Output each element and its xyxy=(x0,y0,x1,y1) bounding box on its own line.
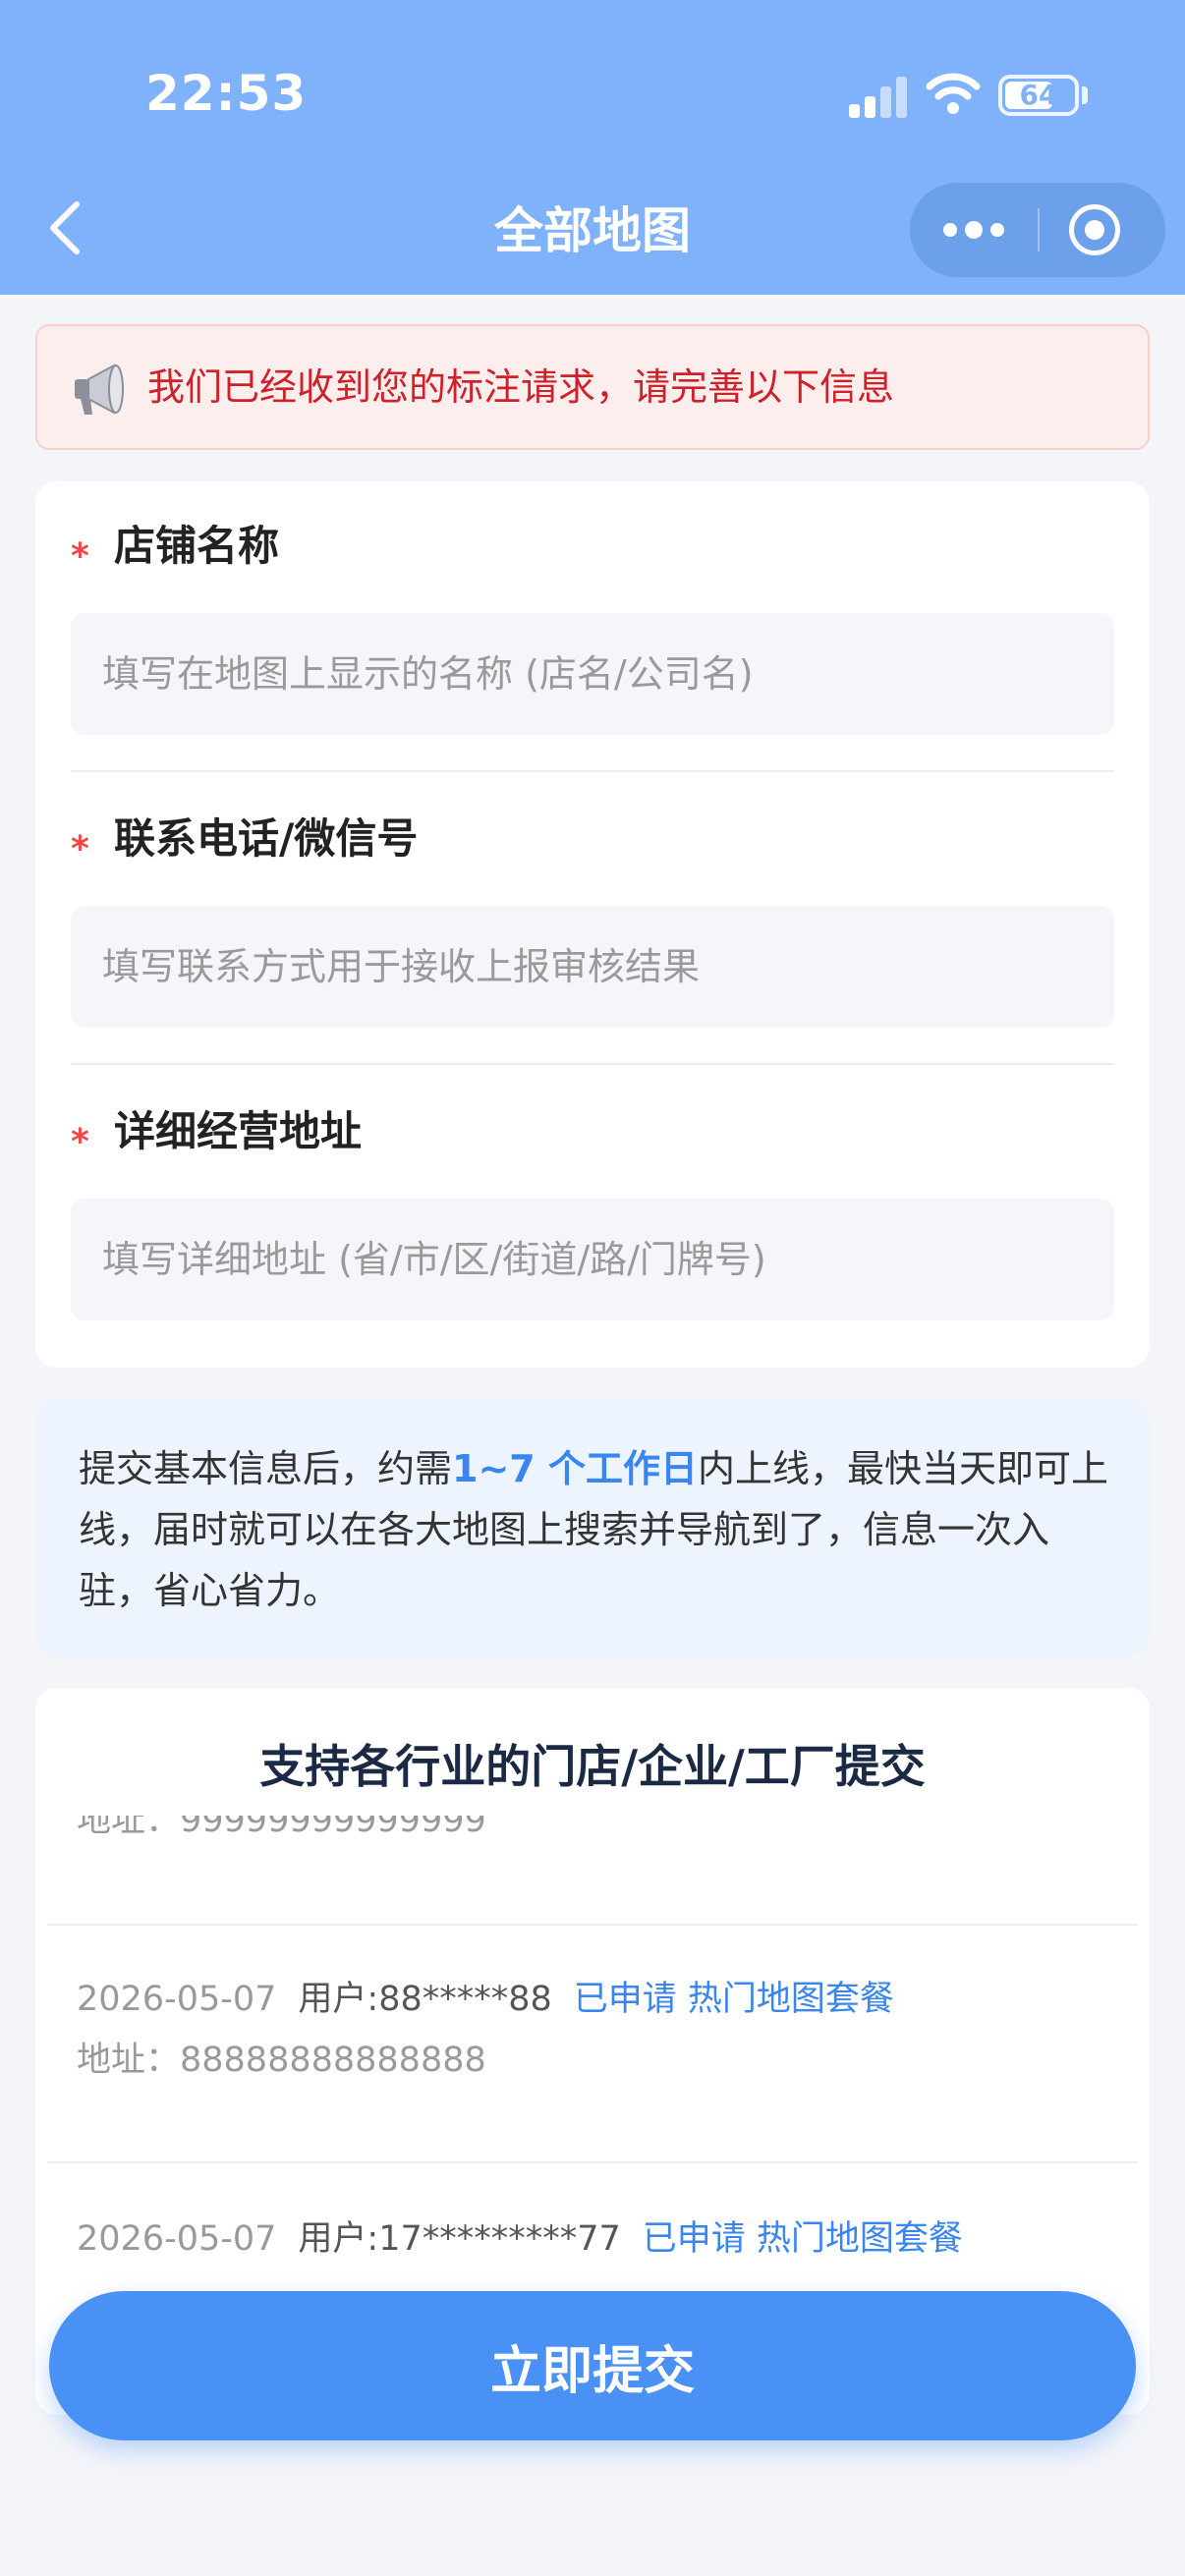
record-meta: 2026-05-07 用户:88*****88 已申请 热门地图套餐 xyxy=(77,1975,894,2024)
contact-input[interactable] xyxy=(71,906,1114,1028)
notice-text: 我们已经收到您的标注请求，请完善以下信息 xyxy=(147,365,895,409)
record-divider xyxy=(47,2161,1138,2163)
field-divider xyxy=(71,770,1114,772)
miniprogram-capsule xyxy=(910,183,1165,277)
battery-icon: 64 xyxy=(998,75,1079,116)
form-card: * 店铺名称 * 联系电话/微信号 * 详细经营地址 xyxy=(35,481,1150,1368)
address-input[interactable] xyxy=(71,1199,1114,1320)
info-card: 提交基本信息后，约需1~7 个工作日内上线，最快当天即可上线，届时就可以在各大地… xyxy=(35,1399,1150,1656)
contact-label: 联系电话/微信号 xyxy=(114,814,419,863)
info-text: 提交基本信息后，约需1~7 个工作日内上线，最快当天即可上线，届时就可以在各大地… xyxy=(79,1438,1120,1621)
record-date: 2026-05-07 xyxy=(77,2219,277,2259)
status-time: 22:53 xyxy=(145,65,308,122)
record-address: 地址：88888888888888 xyxy=(77,2041,486,2080)
record-status: 已申请 热门地图套餐 xyxy=(642,2219,963,2259)
required-mark: * xyxy=(71,1122,89,1162)
shop-name-input[interactable] xyxy=(71,613,1114,735)
industries-title: 支持各行业的门店/企业/工厂提交 xyxy=(259,1740,926,1793)
megaphone-icon xyxy=(75,364,124,415)
info-text-before: 提交基本信息后，约需 xyxy=(79,1447,453,1490)
required-mark: * xyxy=(71,536,89,577)
required-mark: * xyxy=(71,829,89,869)
more-icon[interactable] xyxy=(910,183,1038,277)
record-meta: 2026-05-07 用户:17*********77 已申请 热门地图套餐 xyxy=(77,2214,963,2264)
field-divider xyxy=(71,1063,1114,1065)
page: 22:53 64 全部地图 我们已经收到您的标注请求，请完善以下信息 * 店铺名… xyxy=(0,0,1185,2576)
record-address: 地址：99999999999999 xyxy=(77,1816,486,1840)
battery-level: 64 xyxy=(1019,79,1058,111)
record-status: 已申请 热门地图套餐 xyxy=(573,1980,894,2019)
battery-tip xyxy=(1082,86,1088,104)
address-label: 详细经营地址 xyxy=(114,1107,363,1155)
record-date: 2026-05-07 xyxy=(77,1980,277,2019)
wifi-icon xyxy=(926,73,981,114)
record-user: 用户:88*****88 xyxy=(298,1980,552,2019)
record-user: 用户:17*********77 xyxy=(298,2219,621,2259)
record-divider xyxy=(47,1924,1138,1926)
notice-banner: 我们已经收到您的标注请求，请完善以下信息 xyxy=(35,324,1150,450)
close-target-icon[interactable] xyxy=(1069,204,1120,255)
signal-icon xyxy=(849,77,908,118)
capsule-divider xyxy=(1038,208,1040,252)
submit-button[interactable]: 立即提交 xyxy=(49,2291,1136,2440)
shop-name-label: 店铺名称 xyxy=(114,522,280,570)
info-highlight: 1~7 个工作日 xyxy=(452,1447,698,1490)
header: 22:53 64 全部地图 xyxy=(0,0,1185,295)
